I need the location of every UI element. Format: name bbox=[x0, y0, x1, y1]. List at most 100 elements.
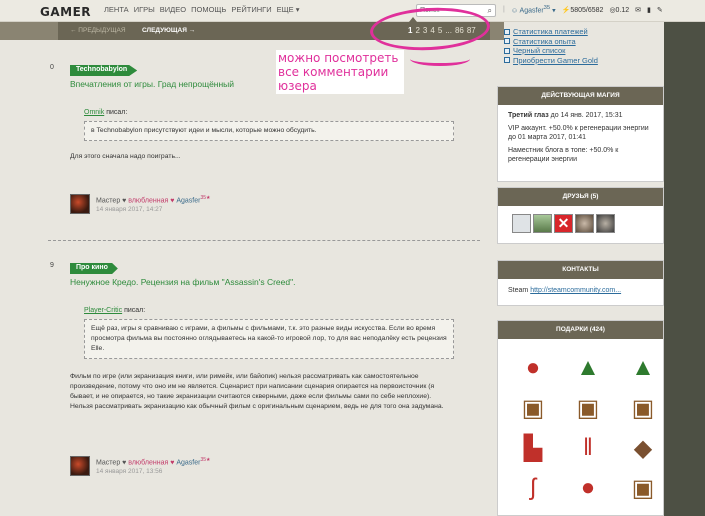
friend-avatar[interactable] bbox=[575, 214, 594, 233]
mid-decor bbox=[490, 22, 504, 40]
quote-author-link[interactable]: Player-Critic bbox=[84, 307, 122, 314]
bullet-icon bbox=[504, 38, 510, 45]
star-icon: ★ bbox=[206, 457, 211, 463]
bullet-icon bbox=[504, 47, 510, 54]
comment-body: Фильм по игре (или экранизация книги, ил… bbox=[70, 373, 444, 410]
friend-avatar[interactable]: ✕ bbox=[554, 214, 573, 233]
gifts-header[interactable]: ПОДАРКИ (424) bbox=[498, 321, 663, 339]
payments-stats-link[interactable]: Статистика платежей bbox=[504, 27, 664, 37]
quote-block: Ещё раз, игры я сравниваю с играми, а фи… bbox=[84, 319, 454, 359]
user-link[interactable]: ☺ Agasfer35 ▾ bbox=[511, 5, 556, 14]
link-label: Приобрести Gamer Gold bbox=[513, 55, 598, 65]
sig-rank: Мастер ♥ bbox=[96, 459, 127, 467]
sig-username[interactable]: Agasfer bbox=[176, 459, 200, 466]
pencil-icon[interactable]: ✎ bbox=[657, 6, 663, 14]
magic-name: Третий глаз bbox=[508, 112, 549, 119]
post-title[interactable]: Ненужное Кредо. Рецензия на фильм "Assas… bbox=[70, 277, 295, 287]
nav-feed[interactable]: ЛЕНТА bbox=[104, 5, 129, 14]
magic-item: VIP аккаунт. +50.0% к регенерации энерги… bbox=[508, 124, 653, 142]
steam-label: Steam bbox=[508, 287, 529, 294]
friend-avatar[interactable] bbox=[533, 214, 552, 233]
lock-icon[interactable]: ▮ bbox=[647, 6, 651, 14]
friend-avatar[interactable] bbox=[596, 214, 615, 233]
blog-tag[interactable]: Technobabylon bbox=[70, 65, 138, 76]
christmas-tree-icon[interactable]: ▲ bbox=[626, 351, 660, 385]
candy-cane-icon[interactable]: ʃ bbox=[516, 471, 550, 505]
username: Agasfer bbox=[519, 7, 544, 15]
signature-text: Мастер ♥ влюбленная ♥ Agasfer35★ 14 янва… bbox=[96, 456, 211, 476]
nav-help[interactable]: ПОМОЩЬ bbox=[191, 5, 226, 14]
magic-list: Третий глаз до 14 янв. 2017, 15:31 VIP а… bbox=[498, 105, 663, 174]
buy-gold-link[interactable]: Приобрести Gamer Gold bbox=[504, 56, 664, 66]
post-divider bbox=[48, 240, 480, 241]
quote-author: Omnik писал: bbox=[84, 109, 127, 116]
gifts-panel: ПОДАРКИ (424) ● ▲ ▲ ▣ ▣ ▣ ▙ ǁ ◆ ʃ ● ▣ bbox=[497, 320, 664, 516]
contacts-panel: КОНТАКТЫ Steam http://steamcommunity.com… bbox=[497, 260, 664, 306]
sidebar-links: Статистика платежей Статистика опыта Чер… bbox=[504, 27, 664, 65]
search-icon[interactable]: ⌕ bbox=[488, 6, 492, 16]
prev-page-link[interactable]: ← ПРЕДЫДУЩАЯ bbox=[70, 27, 126, 34]
nav-video[interactable]: ВИДЕО bbox=[160, 5, 186, 14]
friend-avatar[interactable] bbox=[512, 214, 531, 233]
bullet-icon bbox=[504, 57, 510, 64]
friends-header[interactable]: ДРУЗЬЯ (5) bbox=[498, 188, 663, 206]
nav-ratings[interactable]: РЕЙТИНГИ bbox=[231, 5, 271, 14]
top-bar: GAMER ЛЕНТА ИГРЫ ВИДЕО ПОМОЩЬ РЕЙТИНГИ Е… bbox=[0, 0, 705, 22]
nav-games[interactable]: ИГРЫ bbox=[134, 5, 155, 14]
link-label: Статистика платежей bbox=[513, 27, 588, 36]
sig-username[interactable]: Agasfer bbox=[176, 197, 200, 204]
avatar[interactable] bbox=[70, 456, 90, 476]
post-title[interactable]: Впечатления от игры. Град непрощённый bbox=[70, 79, 234, 89]
friends-panel: ДРУЗЬЯ (5) ✕ bbox=[497, 187, 664, 244]
energy-value: 5805/6582 bbox=[570, 6, 604, 14]
blacklist-link[interactable]: Черный список bbox=[504, 46, 664, 56]
wrote-label: писал: bbox=[106, 109, 128, 116]
magic-desc: до 14 янв. 2017, 15:31 bbox=[548, 112, 623, 119]
treasure-chest-icon[interactable]: ▣ bbox=[626, 471, 660, 505]
treasure-chest-icon[interactable]: ▣ bbox=[571, 391, 605, 425]
ornament-icon[interactable]: ● bbox=[516, 351, 550, 385]
nav-more-label: ЕЩЕ bbox=[276, 5, 294, 14]
pine-cone-icon[interactable]: ◆ bbox=[626, 431, 660, 465]
comment-count: 9 bbox=[50, 262, 54, 269]
magic-desc: Наместник блога в топе: +50.0% к регенер… bbox=[508, 147, 619, 163]
sig-love: влюбленная ♥ bbox=[128, 459, 175, 467]
christmas-tree-icon[interactable]: ▲ bbox=[571, 351, 605, 385]
stocking-icon[interactable]: ▙ bbox=[516, 431, 550, 465]
wrote-label: писал: bbox=[124, 307, 146, 314]
gifts-grid: ● ▲ ▲ ▣ ▣ ▣ ▙ ǁ ◆ ʃ ● ▣ bbox=[498, 339, 663, 505]
post-date[interactable]: 14 января 2017, 13:56 bbox=[96, 468, 162, 475]
exp-stats-link[interactable]: Статистика опыта bbox=[504, 37, 664, 47]
next-page-link[interactable]: СЛЕДУЮЩАЯ → bbox=[142, 27, 195, 34]
comment-body: Для этого сначала надо поиграть... bbox=[70, 153, 181, 160]
user-bar: | ☺ Agasfer35 ▾ ⚡5805/6582 ◎0.12 ✉ ▮ ✎ bbox=[503, 5, 663, 14]
energy-counter[interactable]: ⚡5805/6582 bbox=[562, 6, 604, 14]
treasure-chest-icon[interactable]: ▣ bbox=[626, 391, 660, 425]
comment-count: 0 bbox=[50, 64, 54, 71]
contacts-row: Steam http://steamcommunity.com... bbox=[498, 279, 663, 302]
contacts-header: КОНТАКТЫ bbox=[498, 261, 663, 279]
post-1: 0 Technobabylon Впечатления от игры. Гра… bbox=[48, 64, 488, 224]
steam-link[interactable]: http://steamcommunity.com... bbox=[530, 287, 621, 294]
site-logo[interactable]: GAMER bbox=[40, 5, 91, 19]
top-nav: ЛЕНТА ИГРЫ ВИДЕО ПОМОЩЬ РЕЙТИНГИ ЕЩЕ ▾ bbox=[104, 5, 300, 14]
balance[interactable]: ◎0.12 bbox=[609, 6, 629, 14]
quote-author-link[interactable]: Omnik bbox=[84, 109, 104, 116]
post-2: 9 Про кино Ненужное Кредо. Рецензия на ф… bbox=[48, 262, 488, 482]
blog-tag[interactable]: Про кино bbox=[70, 263, 118, 274]
nav-more[interactable]: ЕЩЕ ▾ bbox=[277, 5, 300, 14]
treasure-chest-icon[interactable]: ▣ bbox=[516, 391, 550, 425]
signature: Мастер ♥ влюбленная ♥ Agasfer35★ 14 янва… bbox=[70, 456, 211, 476]
sig-love: влюбленная ♥ bbox=[128, 197, 175, 205]
link-label: Статистика опыта bbox=[513, 36, 576, 46]
signature-text: Мастер ♥ влюбленная ♥ Agasfer35★ 14 янва… bbox=[96, 194, 211, 214]
quote-block: в Technobabylon присутствуют идеи и мысл… bbox=[84, 121, 454, 141]
magic-header: ДЕЙСТВУЮЩАЯ МАГИЯ bbox=[498, 87, 663, 105]
ornament-icon[interactable]: ● bbox=[571, 471, 605, 505]
magic-desc: VIP аккаунт. +50.0% к регенерации энерги… bbox=[508, 125, 649, 141]
link-label: Черный список bbox=[513, 46, 566, 55]
candles-icon[interactable]: ǁ bbox=[571, 431, 605, 465]
avatar[interactable] bbox=[70, 194, 90, 214]
post-date[interactable]: 14 января 2017, 14:27 bbox=[96, 206, 162, 213]
mail-icon[interactable]: ✉ bbox=[635, 6, 641, 14]
